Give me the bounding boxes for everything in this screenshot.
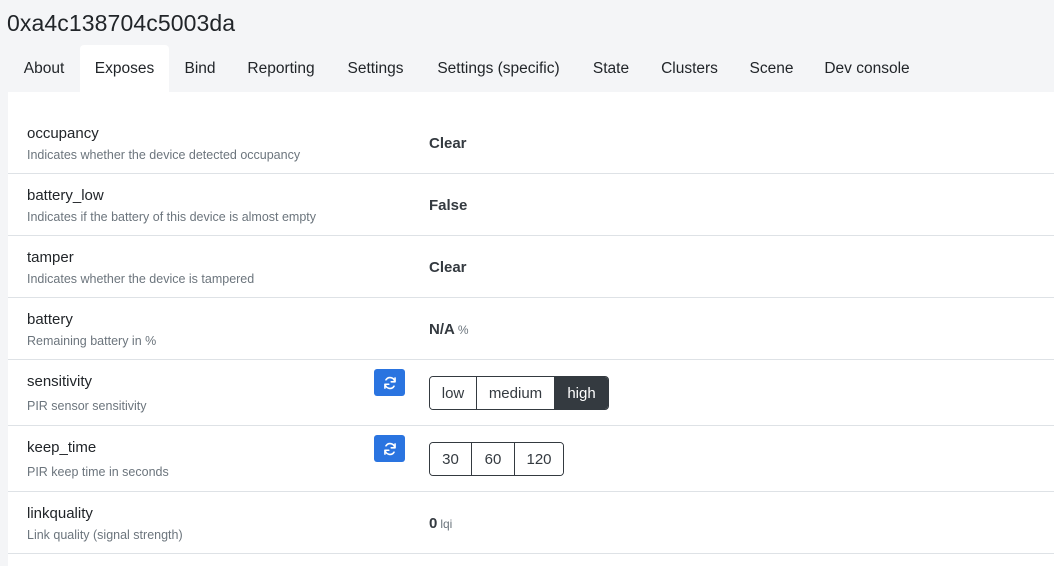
sensitivity-refresh-button[interactable] — [374, 369, 405, 396]
battery-unit: % — [457, 323, 469, 337]
expose-name: tamper — [27, 249, 74, 266]
tab-settings[interactable]: Settings — [331, 45, 420, 92]
expose-name: linkquality — [27, 505, 93, 522]
tab-clusters[interactable]: Clusters — [645, 45, 734, 92]
expose-description: Indicates if the battery of this device … — [27, 210, 317, 224]
expose-description: Link quality (signal strength) — [27, 528, 183, 542]
battery-low-value: False — [429, 197, 468, 214]
keep-time-option-120[interactable]: 120 — [515, 443, 563, 475]
keep-time-options: 30 60 120 — [429, 442, 564, 476]
expose-description: Remaining battery in % — [27, 334, 157, 348]
expose-description: Indicates whether the device detected oc… — [27, 148, 301, 162]
tab-exposes[interactable]: Exposes — [80, 45, 169, 92]
tab-state[interactable]: State — [577, 45, 645, 92]
tab-settings-specific[interactable]: Settings (specific) — [420, 45, 577, 92]
tab-about[interactable]: About — [8, 45, 80, 92]
keep-time-refresh-button[interactable] — [374, 435, 405, 462]
linkquality-value: 0 — [429, 515, 438, 532]
expose-name: keep_time — [27, 439, 97, 456]
tab-dev-console[interactable]: Dev console — [809, 45, 925, 92]
sensitivity-options: low medium high — [429, 376, 609, 410]
expose-description: PIR sensor sensitivity — [27, 399, 147, 413]
expose-row-occupancy: occupancy Indicates whether the device d… — [8, 112, 1054, 174]
tab-reporting[interactable]: Reporting — [231, 45, 331, 92]
refresh-icon — [383, 376, 396, 389]
keep-time-option-60[interactable]: 60 — [472, 443, 515, 475]
expose-name: battery_low — [27, 187, 104, 204]
battery-value-wrapper: N/A% — [429, 321, 469, 338]
battery-value: N/A — [429, 321, 455, 338]
expose-name: sensitivity — [27, 373, 93, 390]
keep-time-option-30[interactable]: 30 — [430, 443, 472, 475]
tab-scene[interactable]: Scene — [734, 45, 809, 92]
exposes-panel: occupancy Indicates whether the device d… — [8, 92, 1054, 566]
sensitivity-option-low[interactable]: low — [430, 377, 477, 409]
expose-row-sensitivity: sensitivity PIR sensor sensitivity low m… — [8, 360, 1054, 426]
expose-row-linkquality: linkquality Link quality (signal strengt… — [8, 492, 1054, 554]
refresh-icon — [383, 442, 396, 455]
expose-name: occupancy — [27, 125, 99, 142]
expose-row-keep-time: keep_time PIR keep time in seconds 30 60… — [8, 426, 1054, 492]
expose-row-battery: battery Remaining battery in % N/A% — [8, 298, 1054, 360]
occupancy-value: Clear — [429, 135, 467, 152]
expose-name: battery — [27, 311, 73, 328]
expose-row-battery-low: battery_low Indicates if the battery of … — [8, 174, 1054, 236]
tab-bar: About Exposes Bind Reporting Settings Se… — [8, 45, 925, 92]
expose-row-tamper: tamper Indicates whether the device is t… — [8, 236, 1054, 298]
linkquality-unit: lqi — [440, 517, 453, 531]
sensitivity-option-medium[interactable]: medium — [477, 377, 555, 409]
tamper-value: Clear — [429, 259, 467, 276]
expose-description: PIR keep time in seconds — [27, 465, 169, 479]
linkquality-value-wrapper: 0 lqi — [429, 515, 452, 532]
tab-bind[interactable]: Bind — [169, 45, 231, 92]
sensitivity-option-high[interactable]: high — [555, 377, 608, 409]
expose-description: Indicates whether the device is tampered — [27, 272, 255, 286]
page-title: 0xa4c138704c5003da — [7, 10, 236, 36]
